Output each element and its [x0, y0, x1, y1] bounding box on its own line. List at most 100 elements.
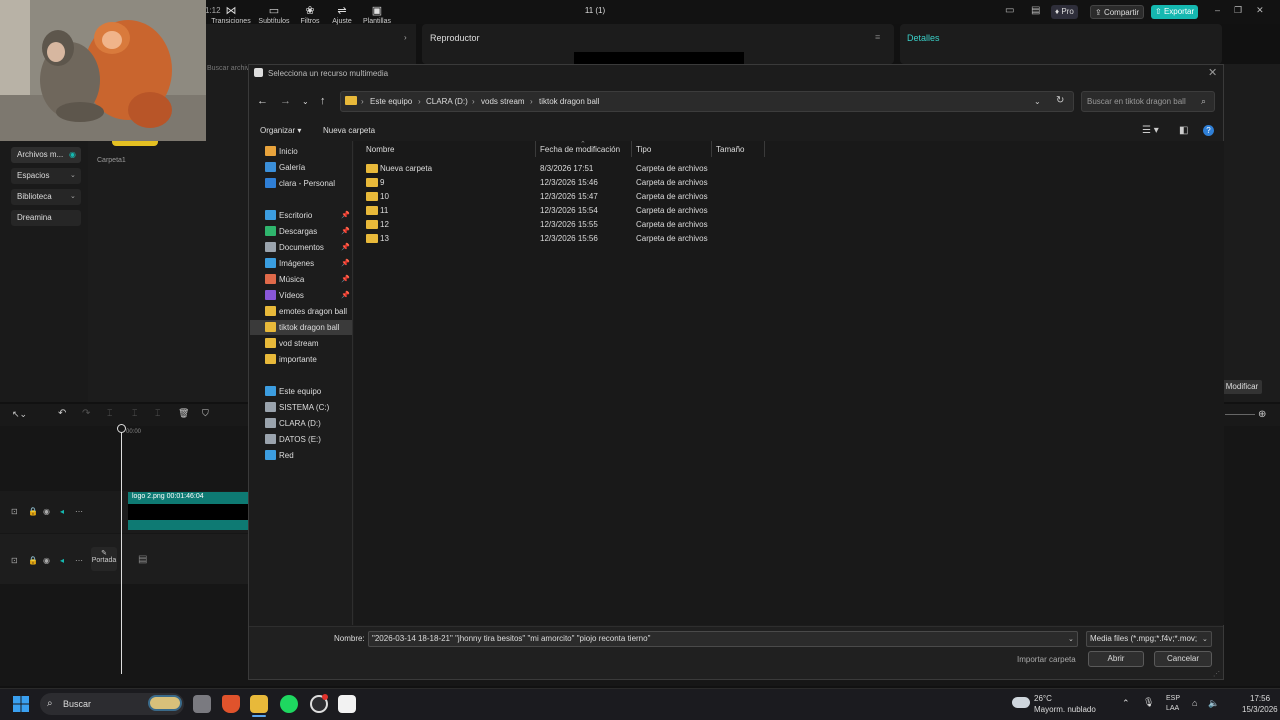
- spotify-icon[interactable]: [280, 695, 298, 713]
- refresh-icon[interactable]: ↻: [1056, 95, 1064, 106]
- more-icon[interactable]: ⋯: [75, 556, 83, 565]
- nav-item[interactable]: Música 📌: [250, 272, 352, 287]
- microphone-icon[interactable]: 🎙: [1143, 697, 1154, 708]
- file-row[interactable]: Nueva carpeta 8/3/2026 17:51 Carpeta de ar…: [362, 162, 1222, 176]
- breadcrumb-item[interactable]: tiktok dragon ball: [539, 97, 599, 106]
- audio-icon[interactable]: ◂: [60, 556, 64, 565]
- nav-item[interactable]: Galería: [250, 160, 352, 175]
- cloud-icon[interactable]: [1012, 697, 1030, 708]
- zoom-slider[interactable]: [1225, 414, 1255, 415]
- capcut-icon[interactable]: [338, 695, 356, 713]
- preview-pane-icon[interactable]: ◧: [1179, 125, 1188, 136]
- breadcrumb-item[interactable]: CLARA (D:): [426, 97, 468, 106]
- export-button[interactable]: ⇧ Exportar: [1151, 5, 1199, 19]
- nav-item[interactable]: importante: [250, 352, 352, 367]
- column-date[interactable]: Fecha de modificación: [540, 145, 620, 154]
- clock-date[interactable]: 15/3/2026: [1242, 705, 1278, 714]
- file-row[interactable]: 9 12/3/2026 15:46 Carpeta de archivos: [362, 176, 1222, 190]
- language-bottom[interactable]: LAA: [1166, 705, 1179, 712]
- nav-item[interactable]: vod stream: [250, 336, 352, 351]
- new-folder-button[interactable]: Nueva carpeta: [323, 126, 375, 135]
- media-search-hint[interactable]: Buscar archiv: [207, 65, 249, 72]
- help-icon[interactable]: ?: [1203, 125, 1214, 136]
- clock-time[interactable]: 17:56: [1250, 694, 1270, 703]
- nav-item[interactable]: Inicio: [250, 144, 352, 159]
- up-icon[interactable]: ↑: [320, 95, 326, 107]
- column-divider[interactable]: [711, 141, 712, 157]
- weather-description[interactable]: Mayorm. nublado: [1034, 705, 1096, 714]
- select-tool-icon[interactable]: ↖⌄: [12, 409, 27, 420]
- file-row[interactable]: 10 12/3/2026 15:47 Carpeta de archivos: [362, 190, 1222, 204]
- menu-icon[interactable]: ≡: [875, 32, 880, 42]
- forward-icon[interactable]: →: [280, 95, 291, 107]
- search-highlight-icon[interactable]: [148, 695, 182, 711]
- weather-temperature[interactable]: 26°C: [1034, 694, 1052, 703]
- split-icon[interactable]: ⌶: [107, 408, 112, 419]
- network-icon[interactable]: ⌂: [1192, 698, 1197, 708]
- undo-icon[interactable]: ↶: [58, 408, 66, 419]
- volume-icon[interactable]: 🔈: [1208, 698, 1219, 709]
- language-top[interactable]: ESP: [1166, 695, 1180, 702]
- keyboard-icon[interactable]: ▤: [1031, 5, 1040, 16]
- brave-icon[interactable]: [222, 695, 240, 713]
- pro-badge[interactable]: ♦ Pro: [1051, 5, 1078, 19]
- layout-icon[interactable]: ▭: [1005, 5, 1014, 16]
- file-row[interactable]: 11 12/3/2026 15:54 Carpeta de archivos: [362, 204, 1222, 218]
- eye-icon[interactable]: ◉: [43, 556, 50, 565]
- organize-button[interactable]: Organizar ▾: [260, 126, 301, 135]
- column-name[interactable]: Nombre: [366, 145, 394, 154]
- nav-item[interactable]: Escritorio 📌: [250, 208, 352, 223]
- chevron-down-icon[interactable]: ⌄: [1034, 97, 1041, 106]
- back-icon[interactable]: ←: [257, 95, 268, 107]
- column-divider[interactable]: [764, 141, 765, 157]
- nav-item[interactable]: SISTEMA (C:): [250, 400, 352, 415]
- chevron-up-icon[interactable]: ⌃: [1122, 698, 1130, 709]
- cancel-button[interactable]: Cancelar: [1154, 651, 1212, 667]
- resize-grip-icon[interactable]: ⋰: [1213, 670, 1220, 678]
- column-divider[interactable]: [631, 141, 632, 157]
- nav-item[interactable]: CLARA (D:): [250, 416, 352, 431]
- file-explorer-icon[interactable]: [250, 695, 268, 713]
- more-icon[interactable]: ⋯: [75, 507, 83, 516]
- tool-subtitles[interactable]: ▭ Subtítulos: [254, 4, 294, 25]
- track-collapse-icon[interactable]: ⊡: [11, 507, 18, 516]
- breadcrumb-item[interactable]: Este equipo: [370, 97, 412, 106]
- redo-icon[interactable]: ↷: [82, 408, 90, 419]
- share-button[interactable]: ⇪ Compartir: [1090, 5, 1145, 19]
- cover-button[interactable]: ✎ Portada: [91, 547, 117, 571]
- audio-icon[interactable]: ◂: [60, 507, 64, 516]
- column-divider[interactable]: [535, 141, 536, 157]
- track-collapse-icon[interactable]: ⊡: [11, 556, 18, 565]
- tool-transitions[interactable]: ⋈ Transiciones: [211, 4, 251, 25]
- nav-item[interactable]: tiktok dragon ball: [250, 320, 352, 335]
- nav-item[interactable]: Imágenes 📌: [250, 256, 352, 271]
- window-controls[interactable]: –❐✕: [1215, 5, 1278, 16]
- left-menu-dreamina[interactable]: Dreamina: [11, 210, 81, 226]
- toggle-icon[interactable]: ◉: [69, 150, 76, 159]
- lock-icon[interactable]: 🔒: [28, 507, 38, 516]
- column-size[interactable]: Tamaño: [716, 145, 744, 154]
- import-folder-link[interactable]: Importar carpeta: [1017, 655, 1076, 664]
- file-row[interactable]: 12 12/3/2026 15:55 Carpeta de archivos: [362, 218, 1222, 232]
- nav-item[interactable]: Red: [250, 448, 352, 463]
- task-view-icon[interactable]: [193, 695, 211, 713]
- tool-adjust[interactable]: ⇌ Ajuste: [322, 4, 362, 25]
- file-type-select[interactable]: Media files (*.mpg;*.f4v;*.mov;: [1086, 631, 1212, 647]
- nav-item[interactable]: emotes dragon ball: [250, 304, 352, 319]
- chevron-down-icon[interactable]: ⌄: [1202, 635, 1208, 643]
- nav-item[interactable]: clara - Personal: [250, 176, 352, 191]
- delete-icon[interactable]: 🗑: [178, 408, 189, 419]
- nav-item[interactable]: DATOS (E:): [250, 432, 352, 447]
- nav-item[interactable]: Documentos 📌: [250, 240, 352, 255]
- tool-templates[interactable]: ▣ Plantillas: [357, 4, 397, 25]
- playhead-handle[interactable]: [117, 424, 126, 433]
- trim-left-icon[interactable]: ⌶: [132, 408, 137, 419]
- playhead[interactable]: [121, 426, 122, 674]
- nav-item[interactable]: Descargas 📌: [250, 224, 352, 239]
- nav-item[interactable]: Este equipo: [250, 384, 352, 399]
- chevron-down-icon[interactable]: ⌄: [302, 97, 309, 106]
- zoom-icon[interactable]: ⊕: [1258, 409, 1266, 420]
- chevron-down-icon[interactable]: ⌄: [1068, 635, 1074, 643]
- lock-icon[interactable]: 🔒: [28, 556, 38, 565]
- windows-start-icon[interactable]: [13, 696, 29, 712]
